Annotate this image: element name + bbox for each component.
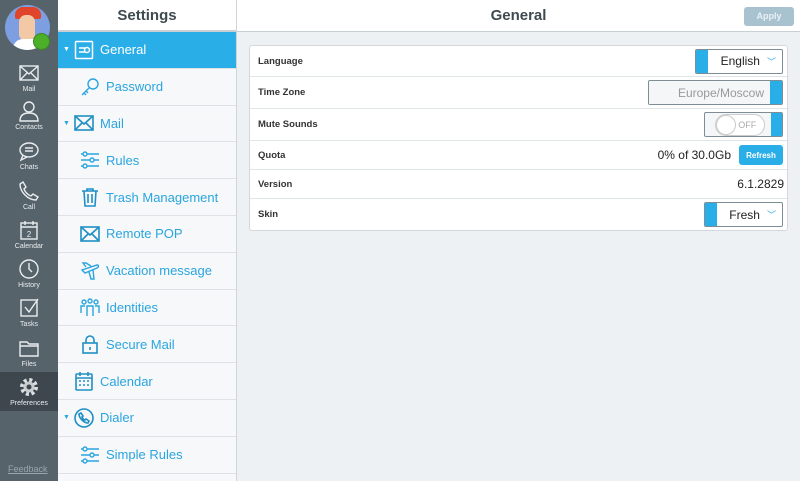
folder-icon [19,341,39,357]
phone-icon [74,408,94,428]
settings-title: Settings [58,0,236,32]
nav-item-calendar[interactable]: Calendar [58,363,236,400]
language-select[interactable]: English ﹀ [695,48,783,74]
chevron-down-icon: ﹀ [766,210,776,220]
mute-sounds-toggle[interactable]: OFF [704,112,783,137]
lock-icon [82,335,98,355]
rail-item-files[interactable]: Files [0,337,58,375]
nav-item-identities[interactable]: Identities [58,290,236,327]
nav-item-remote-pop[interactable]: Remote POP [58,216,236,253]
gear-icon [20,378,38,396]
contacts-icon [19,101,39,122]
rail-item-call[interactable]: Call [0,180,58,218]
rail-item-calendar[interactable]: 2 Calendar [0,219,58,257]
page-title: General [237,0,800,32]
language-row: Language English ﹀ [250,46,787,77]
rail-item-preferences[interactable]: Preferences [0,372,58,411]
mail-icon [80,226,100,242]
settings-table: Language English ﹀ Time Zone Europe/Mosco… [249,45,788,231]
nav-item-rules[interactable]: Rules [58,142,236,180]
identities-icon [80,298,100,317]
nav-item-dialer[interactable]: ▼ Dialer [58,400,236,437]
skin-row: Skin Fresh ﹀ [250,199,787,230]
svg-text:2: 2 [27,230,32,239]
feedback-link[interactable]: Feedback [8,464,48,474]
general-settings-panel: General Apply Language English ﹀ Time Zon… [237,0,800,481]
caret-down-icon[interactable]: ▼ [63,414,70,421]
caret-down-icon[interactable]: ▼ [63,120,70,127]
rail-item-tasks[interactable]: Tasks [0,297,58,335]
presence-status-icon[interactable] [33,33,50,50]
nav-item-simple-rules[interactable]: Simple Rules [58,437,236,474]
mail-icon [19,65,39,81]
settings-nav: Settings ▼ General Password ▼ Mail Rules T… [58,0,237,481]
airplane-icon [80,261,100,280]
quota-value: 0% of 30.0Gb [657,148,731,162]
tasks-icon [20,298,39,317]
key-icon [81,77,99,96]
clock-icon [19,259,39,279]
app-sidebar: Mail Contacts Chats Call 2 Calendar Histo… [0,0,58,481]
sliders-icon [81,445,99,464]
rail-item-chats[interactable]: Chats [0,140,58,178]
version-value: 6.1.2829 [737,177,784,191]
refresh-button[interactable]: Refresh [739,145,783,165]
chat-icon [19,142,39,162]
skin-select[interactable]: Fresh ﹀ [704,202,783,227]
nav-item-general[interactable]: ▼ General [58,32,236,69]
timezone-row: Time Zone Europe/Moscow [250,77,787,109]
nav-item-password[interactable]: Password [58,69,236,106]
apply-button[interactable]: Apply [744,7,794,26]
timezone-select[interactable]: Europe/Moscow [648,80,783,105]
calendar-icon [75,372,93,391]
nav-item-trash-management[interactable]: Trash Management [58,179,236,216]
sliders-icon [81,151,99,169]
caret-down-icon[interactable]: ▼ [63,46,70,53]
phone-icon [19,181,39,201]
trash-icon [82,188,98,207]
mail-icon [74,115,94,132]
nav-item-mail[interactable]: ▼ Mail [58,106,236,143]
rail-item-history[interactable]: History [0,258,58,296]
version-row: Version 6.1.2829 [250,170,787,199]
rail-item-contacts[interactable]: Contacts [0,100,58,138]
chevron-down-icon: ﹀ [766,56,776,67]
mute-sounds-row: Mute Sounds OFF [250,109,787,141]
nav-item-vacation-message[interactable]: Vacation message [58,253,236,290]
quota-row: Quota 0% of 30.0Gb Refresh [250,141,787,170]
calendar-icon: 2 [20,221,38,240]
rail-item-mail[interactable]: Mail [0,62,58,100]
nav-item-secure-mail[interactable]: Secure Mail [58,326,236,364]
general-icon [74,40,94,60]
